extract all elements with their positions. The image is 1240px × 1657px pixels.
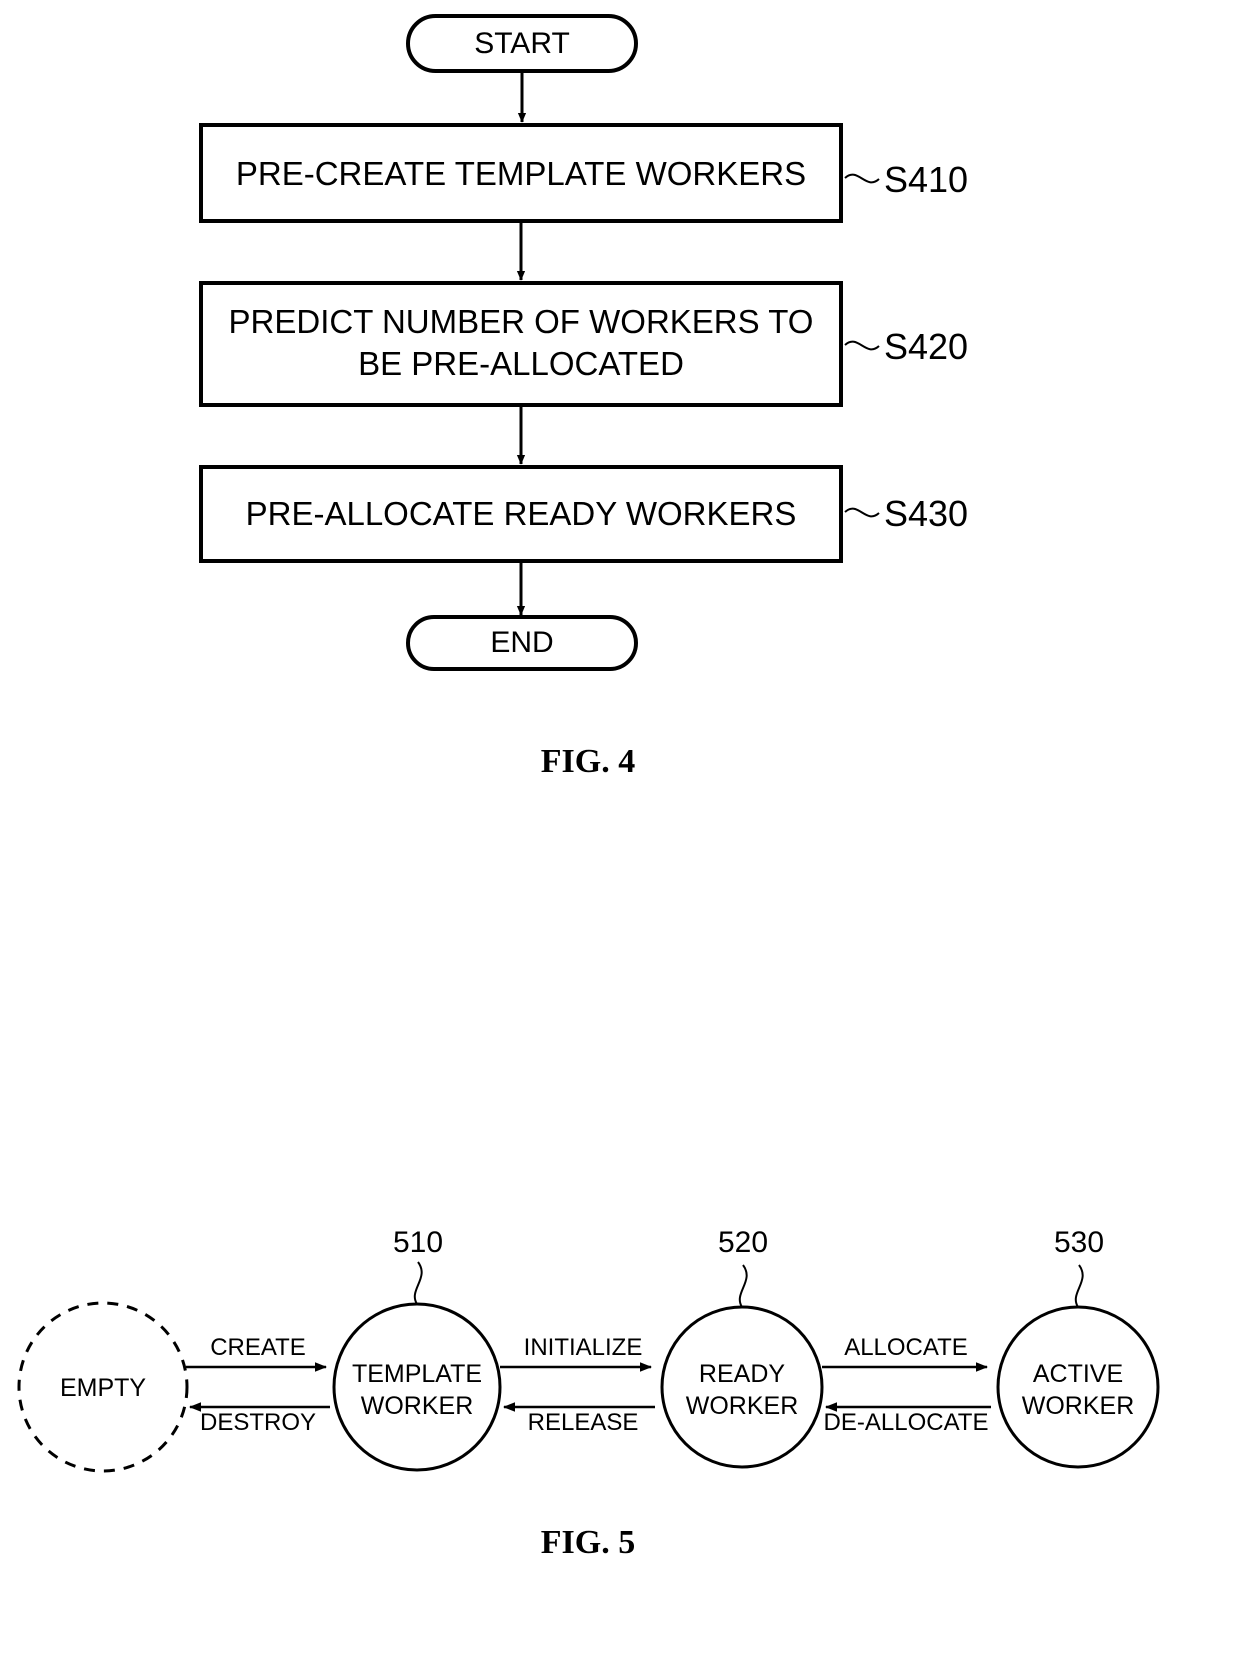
transition-label-initialize: INITIALIZE [524,1334,643,1361]
state-node-template-worker-label-line2: WORKER [361,1392,474,1420]
patent-drawing-sheet: START PRE-CREATE TEMPLATE WORKERS S410 P… [0,0,1240,1657]
state-node-ready-worker-label-line2: WORKER [686,1392,799,1420]
flowchart-node-s420 [199,281,843,407]
flowchart-node-s410-label: PRE-CREATE TEMPLATE WORKERS [236,155,806,192]
step-number-s430: S430 [884,493,968,534]
figures-canvas: START PRE-CREATE TEMPLATE WORKERS S410 P… [17,14,1160,1561]
flowchart-node-s420-label-line1: PREDICT NUMBER OF WORKERS TO [229,303,814,340]
leader-line-s430 [844,507,880,518]
leader-line-s420 [844,340,880,351]
state-node-empty-label: EMPTY [60,1374,146,1402]
transition-label-create: CREATE [210,1334,306,1361]
flowchart-node-s430-label: PRE-ALLOCATE READY WORKERS [246,495,797,532]
flowchart-node-end-label: END [490,626,553,659]
transition-label-destroy: DESTROY [200,1409,316,1436]
leader-line-530 [1074,1264,1084,1308]
reference-number-530: 530 [1054,1226,1104,1259]
step-number-s420: S420 [884,326,968,367]
state-node-template-worker-label-line1: TEMPLATE [352,1360,482,1388]
fig5-group: EMPTY TEMPLATE WORKER 510 READY WORKER 5… [17,1226,1160,1561]
transition-label-release: RELEASE [528,1409,639,1436]
step-number-s410: S410 [884,159,968,200]
state-node-active-worker-label-line2: WORKER [1022,1392,1135,1420]
reference-number-520: 520 [718,1226,768,1259]
fig4-group: START PRE-CREATE TEMPLATE WORKERS S410 P… [199,14,968,780]
flowchart-node-s420-label-line2: BE PRE-ALLOCATED [358,345,684,382]
figure-caption-fig5: FIG. 5 [541,1524,635,1561]
leader-line-520 [738,1264,748,1308]
leader-line-s410 [844,173,880,184]
state-node-ready-worker-label-line1: READY [699,1360,785,1388]
flowchart-node-start-label: START [474,27,570,60]
leader-line-510 [413,1261,423,1305]
figure-caption-fig4: FIG. 4 [541,743,635,780]
transition-label-deallocate: DE-ALLOCATE [824,1409,989,1436]
transition-label-allocate: ALLOCATE [844,1334,968,1361]
reference-number-510: 510 [393,1226,443,1259]
state-node-active-worker-label-line1: ACTIVE [1033,1360,1123,1388]
